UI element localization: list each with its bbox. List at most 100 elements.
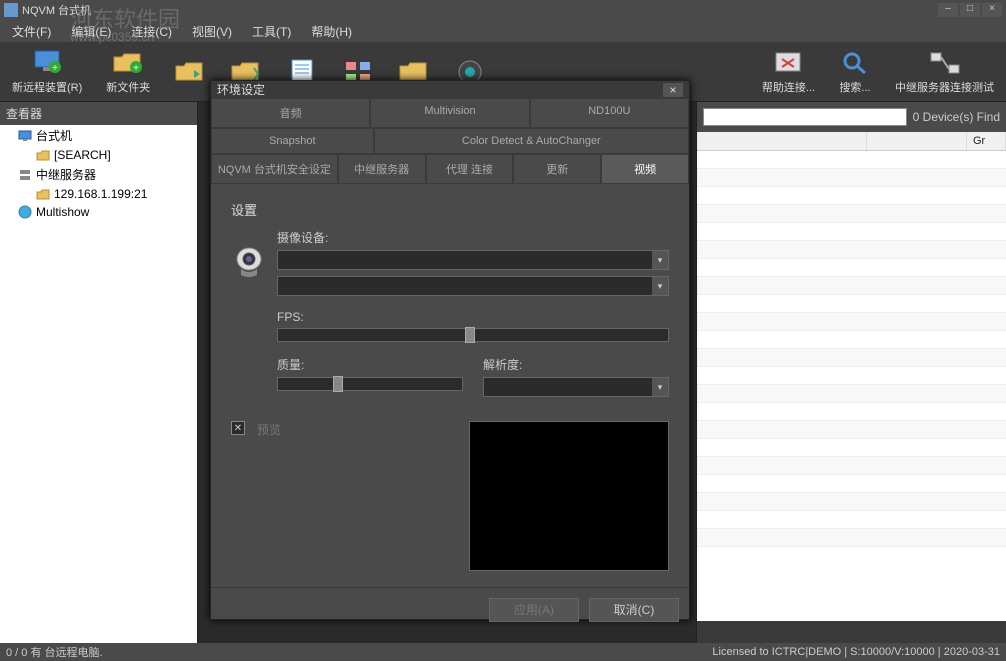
list-row[interactable] <box>697 403 1006 421</box>
list-row[interactable] <box>697 151 1006 169</box>
menu-connect[interactable]: 连接(C) <box>123 21 180 42</box>
right-panel: 0 Device(s) Find Gr <box>696 102 1006 643</box>
list-row[interactable] <box>697 241 1006 259</box>
dialog-close-button[interactable]: × <box>663 83 683 97</box>
maximize-button[interactable]: □ <box>960 3 980 17</box>
network-test-icon <box>929 49 961 77</box>
list-row[interactable] <box>697 529 1006 547</box>
tree-label: Multishow <box>36 205 89 219</box>
device-count: 0 Device(s) Find <box>913 110 1000 124</box>
fps-slider[interactable] <box>277 328 669 342</box>
list-row[interactable] <box>697 385 1006 403</box>
tree-item-relay[interactable]: 中继服务器 <box>0 164 197 185</box>
resolution-select[interactable]: ▾ <box>483 377 669 397</box>
list-row[interactable] <box>697 475 1006 493</box>
tree-item-ip[interactable]: 129.168.1.199:21 <box>0 185 197 203</box>
list-row[interactable] <box>697 349 1006 367</box>
camera-device-select[interactable]: ▾ <box>277 250 669 270</box>
list-row[interactable] <box>697 421 1006 439</box>
list-row[interactable] <box>697 313 1006 331</box>
statusbar: 0 / 0 有 台远程电脑. Licensed to ICTRC|DEMO | … <box>0 643 1006 661</box>
tab-audio[interactable]: 音频 <box>211 98 370 128</box>
tab-proxy[interactable]: 代理 连接 <box>426 154 514 184</box>
new-remote-button[interactable]: + 新远程装置(R) <box>12 49 82 95</box>
svg-text:+: + <box>52 63 58 74</box>
folder-icon <box>36 187 50 201</box>
camera-row: 摄像设备: ▾ ▾ <box>231 229 669 296</box>
dialog-tabs-row2: Snapshot Color Detect & AutoChanger <box>211 128 689 154</box>
tab-colordetect[interactable]: Color Detect & AutoChanger <box>374 128 689 154</box>
list-row[interactable] <box>697 223 1006 241</box>
search-button[interactable]: 搜索... <box>839 49 871 95</box>
tool-label: 帮助连接... <box>762 79 815 95</box>
monitor-icon <box>18 129 32 143</box>
preview-row: ✕ 预览 <box>231 421 669 571</box>
minimize-button[interactable]: – <box>938 3 958 17</box>
list-col-1[interactable] <box>697 132 867 150</box>
list-row[interactable] <box>697 187 1006 205</box>
list-row[interactable] <box>697 439 1006 457</box>
tab-video[interactable]: 视频 <box>601 154 689 184</box>
tree-item-desktop[interactable]: 台式机 <box>0 125 197 146</box>
folder-button-1[interactable] <box>174 58 206 86</box>
menu-tool[interactable]: 工具(T) <box>244 21 299 42</box>
list-row[interactable] <box>697 493 1006 511</box>
tree-view[interactable]: 台式机 [SEARCH] 中继服务器 129.168.1.199:21 Mult… <box>0 125 197 643</box>
section-title: 设置 <box>231 200 669 219</box>
tab-nd100u[interactable]: ND100U <box>530 98 689 128</box>
menu-view[interactable]: 视图(V) <box>184 21 240 42</box>
sidebar: 查看器 台式机 [SEARCH] 中继服务器 129.168.1.199:21 … <box>0 102 198 643</box>
camera-label: 摄像设备: <box>277 229 669 246</box>
list-row[interactable] <box>697 511 1006 529</box>
list-row[interactable] <box>697 277 1006 295</box>
list-row[interactable] <box>697 205 1006 223</box>
window-controls: – □ × <box>938 3 1002 17</box>
device-search-input[interactable] <box>703 108 907 126</box>
list-row[interactable] <box>697 367 1006 385</box>
list-row[interactable] <box>697 169 1006 187</box>
dialog-body: 设置 摄像设备: ▾ ▾ FPS: 质量: 解析度: ▾ <box>211 184 689 587</box>
app-icon <box>4 3 18 17</box>
relay-test-button[interactable]: 中继服务器连接测试 <box>895 49 994 95</box>
list-col-3[interactable]: Gr <box>967 132 1006 150</box>
new-folder-button[interactable]: + 新文件夹 <box>106 49 150 95</box>
chevron-updown-icon: ▾ <box>652 378 668 396</box>
menubar: 文件(F) 编辑(E) 连接(C) 视图(V) 工具(T) 帮助(H) <box>0 20 1006 42</box>
tab-update[interactable]: 更新 <box>513 154 601 184</box>
list-row[interactable] <box>697 295 1006 313</box>
tab-relay[interactable]: 中继服务器 <box>338 154 426 184</box>
menu-edit[interactable]: 编辑(E) <box>63 21 119 42</box>
list-row[interactable] <box>697 259 1006 277</box>
preview-checkbox[interactable]: ✕ <box>231 421 245 435</box>
cancel-button[interactable]: 取消(C) <box>589 598 679 622</box>
tool-label: 中继服务器连接测试 <box>895 79 994 95</box>
dialog-title: 环境设定 <box>217 81 265 98</box>
tab-snapshot[interactable]: Snapshot <box>211 128 374 154</box>
list-row[interactable] <box>697 457 1006 475</box>
help-connect-button[interactable]: 帮助连接... <box>762 49 815 95</box>
sidebar-header: 查看器 <box>0 102 197 125</box>
preview-label: 预览 <box>257 421 281 438</box>
menu-help[interactable]: 帮助(H) <box>303 21 360 42</box>
search-row: 0 Device(s) Find <box>697 102 1006 132</box>
apply-button[interactable]: 应用(A) <box>489 598 579 622</box>
tree-item-multishow[interactable]: Multishow <box>0 203 197 221</box>
fps-label: FPS: <box>277 310 669 324</box>
list-col-2[interactable] <box>867 132 967 150</box>
menu-file[interactable]: 文件(F) <box>4 21 59 42</box>
close-button[interactable]: × <box>982 3 1002 17</box>
device-list: Gr <box>697 132 1006 621</box>
list-row[interactable] <box>697 331 1006 349</box>
chevron-updown-icon: ▾ <box>652 251 668 269</box>
tree-item-search[interactable]: [SEARCH] <box>0 146 197 164</box>
quality-slider[interactable] <box>277 377 463 391</box>
tab-security[interactable]: NQVM 台式机安全设定 <box>211 154 338 184</box>
tool-label: 搜索... <box>839 79 870 95</box>
tab-multivision[interactable]: Multivision <box>370 98 529 128</box>
monitor-plus-icon: + <box>31 49 63 77</box>
camera-format-select[interactable]: ▾ <box>277 276 669 296</box>
dialog-titlebar: 环境设定 × <box>211 81 689 98</box>
folder-plus-icon: + <box>112 49 144 77</box>
dialog-tabs-row1: 音频 Multivision ND100U <box>211 98 689 128</box>
folder-arrow-icon <box>174 58 206 86</box>
